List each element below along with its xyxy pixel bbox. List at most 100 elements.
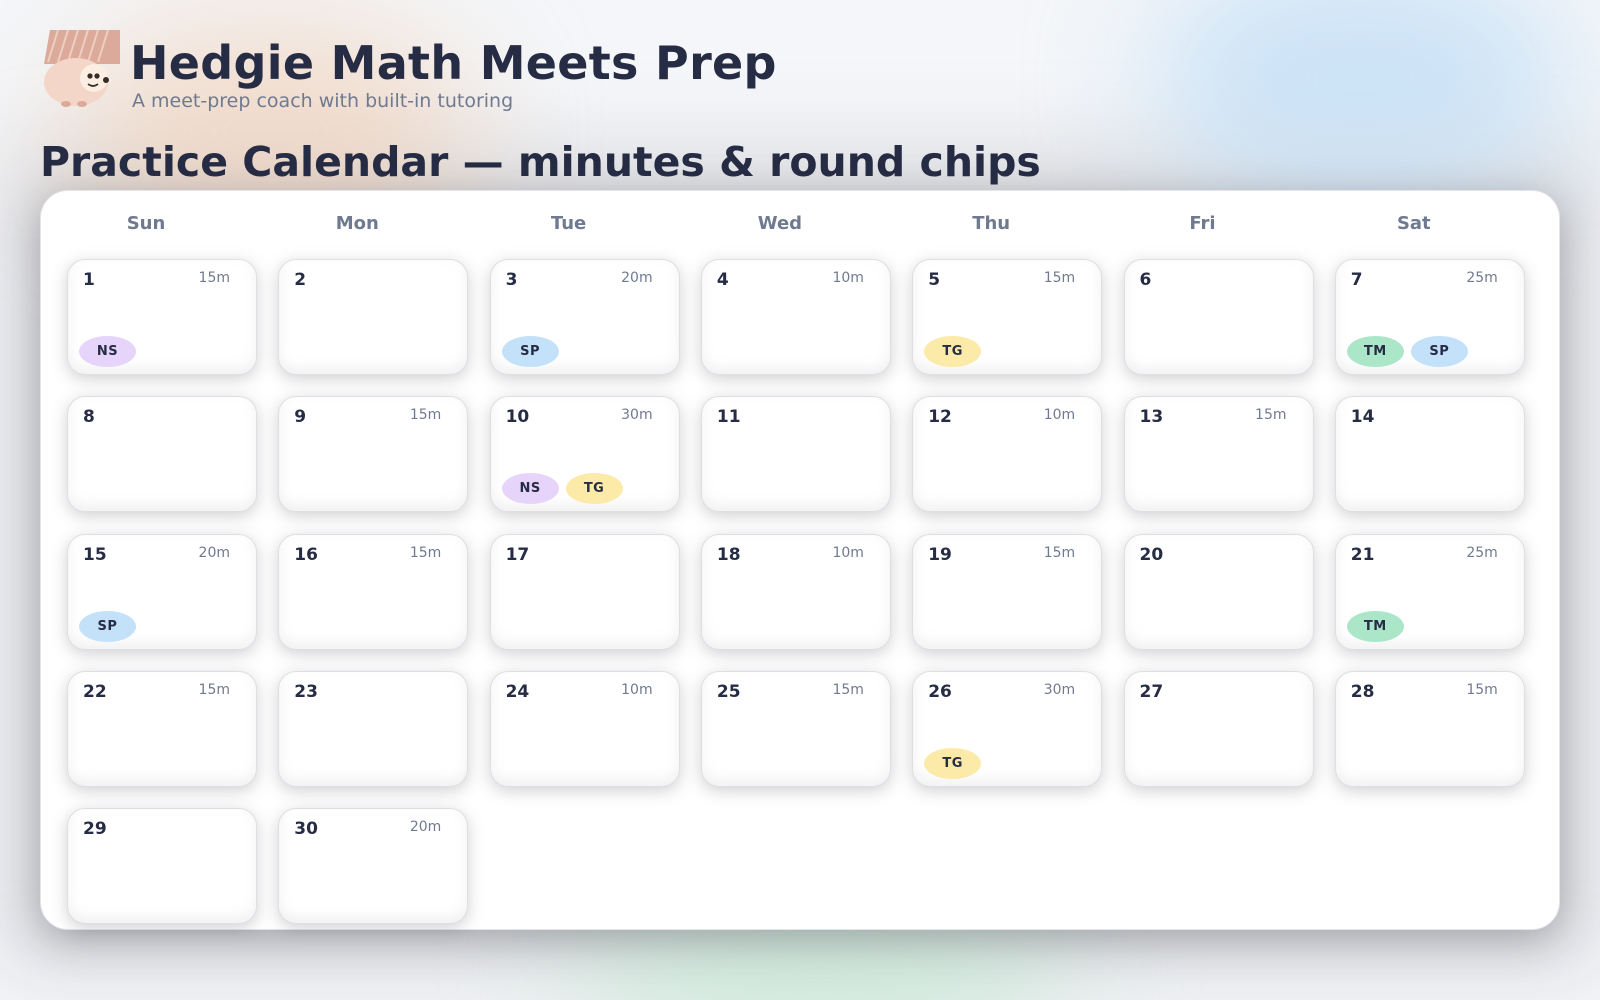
round-chip-sp[interactable]: SP	[1410, 336, 1468, 367]
day-cell-4[interactable]: 4 10m	[700, 259, 891, 375]
day-minutes: 15m	[198, 270, 230, 286]
day-minutes: 30m	[621, 407, 653, 424]
day-minutes: 10m	[832, 270, 864, 286]
day-cell-8[interactable]: 8	[67, 396, 257, 513]
day-minutes: 10m	[1043, 407, 1076, 424]
day-minutes: 20m	[409, 819, 442, 836]
day-cell-11[interactable]: 11	[700, 396, 891, 513]
day-cell-13[interactable]: 13 15m	[1123, 396, 1314, 513]
day-minutes: 25m	[1466, 270, 1498, 286]
day-number: 19	[928, 544, 952, 565]
day-number: 7	[1350, 270, 1363, 290]
round-chip-sp[interactable]: SP	[501, 336, 559, 367]
round-chip-tg[interactable]: TG	[924, 336, 982, 367]
day-cell-23[interactable]: 23	[278, 670, 469, 787]
day-number: 1	[83, 270, 95, 290]
day-minutes: 15m	[1043, 270, 1076, 286]
day-number: 27	[1139, 681, 1164, 702]
day-cell-30[interactable]: 30 20m	[278, 808, 469, 925]
day-minutes: 15m	[1043, 544, 1076, 561]
day-cell-24[interactable]: 24 10m	[489, 670, 680, 787]
day-minutes: 25m	[1466, 544, 1498, 561]
day-number: 23	[294, 681, 318, 702]
day-number: 3	[505, 270, 518, 290]
app-subtitle: A meet-prep coach with built-in tutoring	[132, 90, 514, 112]
day-number: 9	[294, 407, 307, 428]
weekday-label-sat: Sat	[1396, 213, 1431, 234]
day-number: 29	[83, 819, 107, 840]
day-number: 14	[1350, 407, 1375, 428]
day-number: 18	[716, 544, 741, 565]
app-title: Hedgie Math Meets Prep	[130, 36, 777, 90]
day-cell-22[interactable]: 22 15m	[67, 670, 257, 787]
day-cell-10[interactable]: 10 30m NS TG	[489, 396, 680, 513]
day-cell-9[interactable]: 9 15m	[278, 396, 469, 513]
day-number: 20	[1139, 544, 1164, 565]
day-number: 21	[1350, 544, 1375, 565]
round-chip-tm[interactable]: TM	[1346, 610, 1404, 642]
day-minutes: 10m	[621, 681, 653, 698]
day-cell-14[interactable]: 14	[1334, 396, 1525, 513]
day-cell-1[interactable]: 1 15m NS	[67, 259, 257, 375]
day-cell-16[interactable]: 16 15m	[278, 533, 469, 650]
weekday-label-thu: Thu	[972, 213, 1011, 234]
day-cell-18[interactable]: 18 10m	[700, 533, 891, 650]
round-chips: SP	[79, 610, 136, 642]
day-number: 22	[83, 681, 107, 702]
round-chips: SP	[501, 336, 559, 367]
day-cell-6[interactable]: 6	[1123, 259, 1314, 375]
weekday-label-wed: Wed	[757, 213, 803, 234]
day-minutes: 15m	[198, 681, 230, 698]
day-number: 11	[716, 407, 741, 428]
day-cell-17[interactable]: 17	[489, 533, 680, 650]
day-minutes: 10m	[832, 544, 864, 561]
day-number: 24	[505, 681, 530, 702]
day-minutes: 15m	[832, 681, 864, 698]
day-number: 6	[1139, 270, 1152, 290]
day-number: 26	[928, 681, 952, 702]
day-number: 10	[505, 407, 530, 428]
day-minutes: 15m	[1466, 681, 1498, 698]
day-number: 2	[294, 270, 307, 290]
day-cell-28[interactable]: 28 15m	[1334, 670, 1525, 787]
day-cell-2[interactable]: 2	[278, 259, 469, 375]
day-cell-21[interactable]: 21 25m TM	[1334, 533, 1525, 650]
day-cell-3[interactable]: 3 20m SP	[489, 259, 680, 375]
round-chips: TM SP	[1346, 336, 1468, 367]
background-blob-blue	[1150, 0, 1570, 200]
day-number: 17	[505, 544, 530, 565]
day-number: 16	[294, 544, 318, 565]
day-cell-19[interactable]: 19 15m	[912, 533, 1103, 650]
page-title: Practice Calendar — minutes & round chip…	[40, 138, 1041, 186]
day-cell-29[interactable]: 29	[67, 808, 257, 925]
app-header: Hedgie Math Meets Prep A meet-prep coach…	[40, 26, 777, 112]
day-number: 25	[716, 681, 741, 702]
day-minutes: 20m	[198, 544, 230, 561]
round-chips: TM	[1346, 610, 1404, 642]
day-number: 30	[294, 819, 318, 840]
day-cell-15[interactable]: 15 20m SP	[67, 533, 257, 650]
weekday-label-sun: Sun	[126, 213, 166, 234]
day-number: 5	[928, 270, 941, 290]
weekday-label-tue: Tue	[550, 213, 587, 234]
day-cell-5[interactable]: 5 15m TG	[912, 259, 1103, 375]
day-cell-26[interactable]: 26 30m TG	[912, 670, 1103, 787]
round-chip-ns[interactable]: NS	[79, 336, 136, 367]
round-chip-ns[interactable]: NS	[501, 473, 559, 505]
day-cell-7[interactable]: 7 25m TM SP	[1334, 259, 1525, 375]
day-number: 8	[83, 407, 95, 428]
weekday-header-row: Sun Mon Tue Wed Thu Fri Sat	[67, 213, 1515, 243]
day-number: 15	[83, 544, 107, 565]
day-minutes: 15m	[409, 544, 442, 561]
day-minutes: 20m	[621, 270, 653, 286]
round-chip-tm[interactable]: TM	[1346, 336, 1404, 367]
day-cell-12[interactable]: 12 10m	[912, 396, 1103, 513]
day-cell-27[interactable]: 27	[1123, 670, 1314, 787]
round-chip-tg[interactable]: TG	[924, 747, 982, 779]
round-chip-tg[interactable]: TG	[565, 473, 623, 505]
calendar-card: Sun Mon Tue Wed Thu Fri Sat 1 15m NS 2 3 20m SP 4 10m 5…	[40, 190, 1560, 930]
day-cell-20[interactable]: 20	[1123, 533, 1314, 650]
day-cell-25[interactable]: 25 15m	[700, 670, 891, 787]
round-chip-sp[interactable]: SP	[79, 610, 136, 642]
day-number: 28	[1350, 681, 1375, 702]
